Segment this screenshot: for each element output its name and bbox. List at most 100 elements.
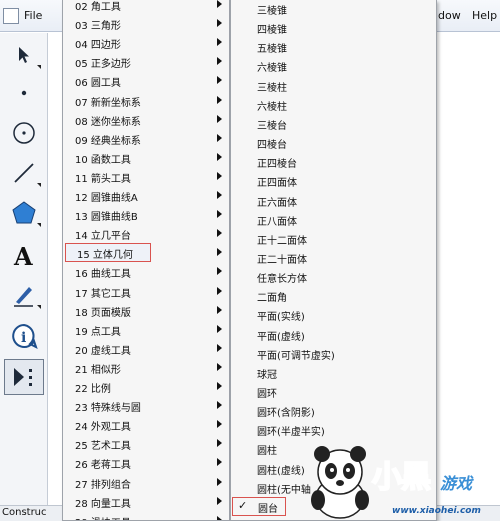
submenu-item-tool[interactable]: 圆环(含阴影) xyxy=(231,401,436,420)
menu-item-tool-set[interactable]: 17 其它工具 xyxy=(63,282,229,301)
submenu-item-label: 三棱台 xyxy=(257,120,287,132)
polygon-tool[interactable] xyxy=(4,195,44,231)
submenu-item-tool[interactable]: 六棱柱 xyxy=(231,95,436,114)
menu-item-tool-set[interactable]: 07 新新坐标系 xyxy=(63,91,229,110)
submenu-item-tool[interactable]: 正四棱台 xyxy=(231,152,436,171)
submenu-arrow-icon xyxy=(217,76,222,85)
menu-item-label: 09 经典坐标系 xyxy=(75,135,141,147)
submenu-item-tool[interactable]: ✓ 圆台 xyxy=(232,496,286,516)
menu-item-tool-set[interactable]: 16 曲线工具 xyxy=(63,262,229,281)
submenu-arrow-icon xyxy=(217,401,222,410)
submenu-item-label: 平面(虚线) xyxy=(257,331,305,343)
line-segment-icon xyxy=(14,163,34,183)
menu-item-label: 08 迷你坐标系 xyxy=(75,116,141,128)
menu-item-tool-set[interactable]: 04 四边形 xyxy=(63,33,229,52)
menu-item-tool-set[interactable]: 06 圆工具 xyxy=(63,71,229,90)
custom-tools-menu: 02 角工具 03 三角形 04 四边形 05 正多边形 06 圆工具 07 新新坐标系 0… xyxy=(62,0,230,521)
menu-item-tool-set[interactable]: 02 角工具 xyxy=(63,0,229,14)
menu-item-tool-set[interactable]: 22 比例 xyxy=(63,377,229,396)
menu-item-tool-set[interactable]: 10 函数工具 xyxy=(63,148,229,167)
menu-item-tool-set[interactable]: 14 立几平台 xyxy=(63,224,229,243)
menu-item-tool-set[interactable]: 13 圆锥曲线B xyxy=(63,205,229,224)
submenu-arrow-icon xyxy=(217,19,222,28)
submenu-item-tool[interactable]: 正二十面体 xyxy=(231,248,436,267)
menu-item-tool-set[interactable]: 09 经典坐标系 xyxy=(63,129,229,148)
menu-item-tool-set[interactable]: 03 三角形 xyxy=(63,14,229,33)
menu-item-tool-set[interactable]: 29 滑块工具 xyxy=(63,511,229,520)
point-tool[interactable] xyxy=(4,75,44,111)
menu-item-label: 27 排列组合 xyxy=(75,479,131,491)
menu-item-tool-set[interactable]: 20 虚线工具 xyxy=(63,339,229,358)
menu-item-tool-set[interactable]: 18 页面模版 xyxy=(63,301,229,320)
submenu-item-label: 圆环(半虚半实) xyxy=(257,427,325,439)
menu-item-tool-set[interactable]: 11 箭头工具 xyxy=(63,167,229,186)
menu-item-tool-set[interactable]: 08 迷你坐标系 xyxy=(63,110,229,129)
menu-item-label: 12 圆锥曲线A xyxy=(75,193,138,204)
submenu-item-tool[interactable]: 四棱锥 xyxy=(231,18,436,37)
submenu-item-tool[interactable]: 六棱锥 xyxy=(231,56,436,75)
menu-item-tool-set[interactable]: 28 向量工具 xyxy=(63,492,229,511)
submenu-arrow-icon xyxy=(217,267,222,276)
submenu-item-tool[interactable]: 五棱锥 xyxy=(231,37,436,56)
submenu-item-tool[interactable]: 四棱台 xyxy=(231,133,436,152)
submenu-item-label: 球冠 xyxy=(257,369,277,381)
submenu-item-label: 正六面体 xyxy=(257,197,297,209)
submenu-item-label: 正四棱台 xyxy=(257,159,297,171)
custom-tools-button[interactable] xyxy=(4,359,44,395)
menu-item-tool-set[interactable]: 21 相似形 xyxy=(63,358,229,377)
submenu-item-tool[interactable]: 正六面体 xyxy=(231,191,436,210)
info-tool[interactable]: i xyxy=(4,318,44,354)
menu-file[interactable]: File xyxy=(24,9,42,22)
submenu-item-label: 圆柱 xyxy=(257,446,277,458)
segment-tool[interactable] xyxy=(4,155,44,191)
menu-item-tool-set[interactable]: 23 特殊线与圆 xyxy=(63,396,229,415)
submenu-item-tool[interactable]: 正十二面体 xyxy=(231,229,436,248)
status-text: Construc xyxy=(2,507,47,518)
submenu-arrow-icon xyxy=(217,458,222,467)
watermark-brand: 小黑 xyxy=(371,459,432,496)
menu-item-label: 16 曲线工具 xyxy=(75,269,131,281)
submenu-item-tool[interactable]: 正四面体 xyxy=(231,171,436,190)
submenu-item-label: 三棱锥 xyxy=(257,6,287,17)
menu-item-tool-set[interactable]: 19 点工具 xyxy=(63,320,229,339)
menu-item-tool-set[interactable]: 05 正多边形 xyxy=(63,52,229,71)
tool-palette: A i xyxy=(0,33,48,505)
submenu-item-tool[interactable]: 平面(虚线) xyxy=(231,325,436,344)
menu-item-label: 05 正多边形 xyxy=(75,59,131,71)
submenu-item-label: 正十二面体 xyxy=(257,235,307,247)
text-tool[interactable]: A xyxy=(4,237,44,273)
submenu-item-tool[interactable]: 任意长方体 xyxy=(231,267,436,286)
menu-item-tool-set[interactable]: 15 立体几何 xyxy=(65,243,151,263)
submenu-item-label: 六棱锥 xyxy=(257,63,287,75)
pointer-tool[interactable] xyxy=(4,37,44,73)
menu-item-label: 14 立几平台 xyxy=(75,231,131,243)
compass-tool[interactable] xyxy=(4,115,44,151)
submenu-item-tool[interactable]: 圆环 xyxy=(231,382,436,401)
submenu-item-tool[interactable]: 圆环(半虚半实) xyxy=(231,420,436,439)
submenu-item-tool[interactable]: 三棱柱 xyxy=(231,76,436,95)
marker-tool[interactable] xyxy=(4,277,44,313)
menu-item-tool-set[interactable]: 26 老蒋工具 xyxy=(63,453,229,472)
submenu-item-label: 平面(实线) xyxy=(257,312,305,324)
submenu-arrow-icon xyxy=(217,515,222,520)
menu-item-tool-set[interactable]: 25 艺术工具 xyxy=(63,434,229,453)
submenu-item-tool[interactable]: 二面角 xyxy=(231,286,436,305)
tool-menu-corner-icon xyxy=(37,183,41,187)
point-icon xyxy=(21,90,27,96)
submenu-item-tool[interactable]: 三棱锥 xyxy=(231,0,436,18)
submenu-item-label: 平面(可调节虚实) xyxy=(257,350,335,362)
submenu-item-tool[interactable]: 球冠 xyxy=(231,363,436,382)
menu-window[interactable]: dow xyxy=(438,9,461,22)
menu-item-tool-set[interactable]: 24 外观工具 xyxy=(63,415,229,434)
submenu-arrow-icon xyxy=(217,305,222,314)
submenu-item-tool[interactable]: 平面(可调节虚实) xyxy=(231,344,436,363)
watermark-url: www.xiaohei.com xyxy=(392,506,481,516)
menu-item-tool-set[interactable]: 12 圆锥曲线A xyxy=(63,186,229,205)
menu-help[interactable]: Help xyxy=(472,9,497,22)
submenu-item-label: 六棱柱 xyxy=(257,101,287,113)
submenu-item-tool[interactable]: 三棱台 xyxy=(231,114,436,133)
submenu-arrow-icon xyxy=(217,382,222,390)
submenu-item-tool[interactable]: 正八面体 xyxy=(231,210,436,229)
menu-item-tool-set[interactable]: 27 排列组合 xyxy=(63,473,229,492)
submenu-item-tool[interactable]: 平面(实线) xyxy=(231,305,436,324)
